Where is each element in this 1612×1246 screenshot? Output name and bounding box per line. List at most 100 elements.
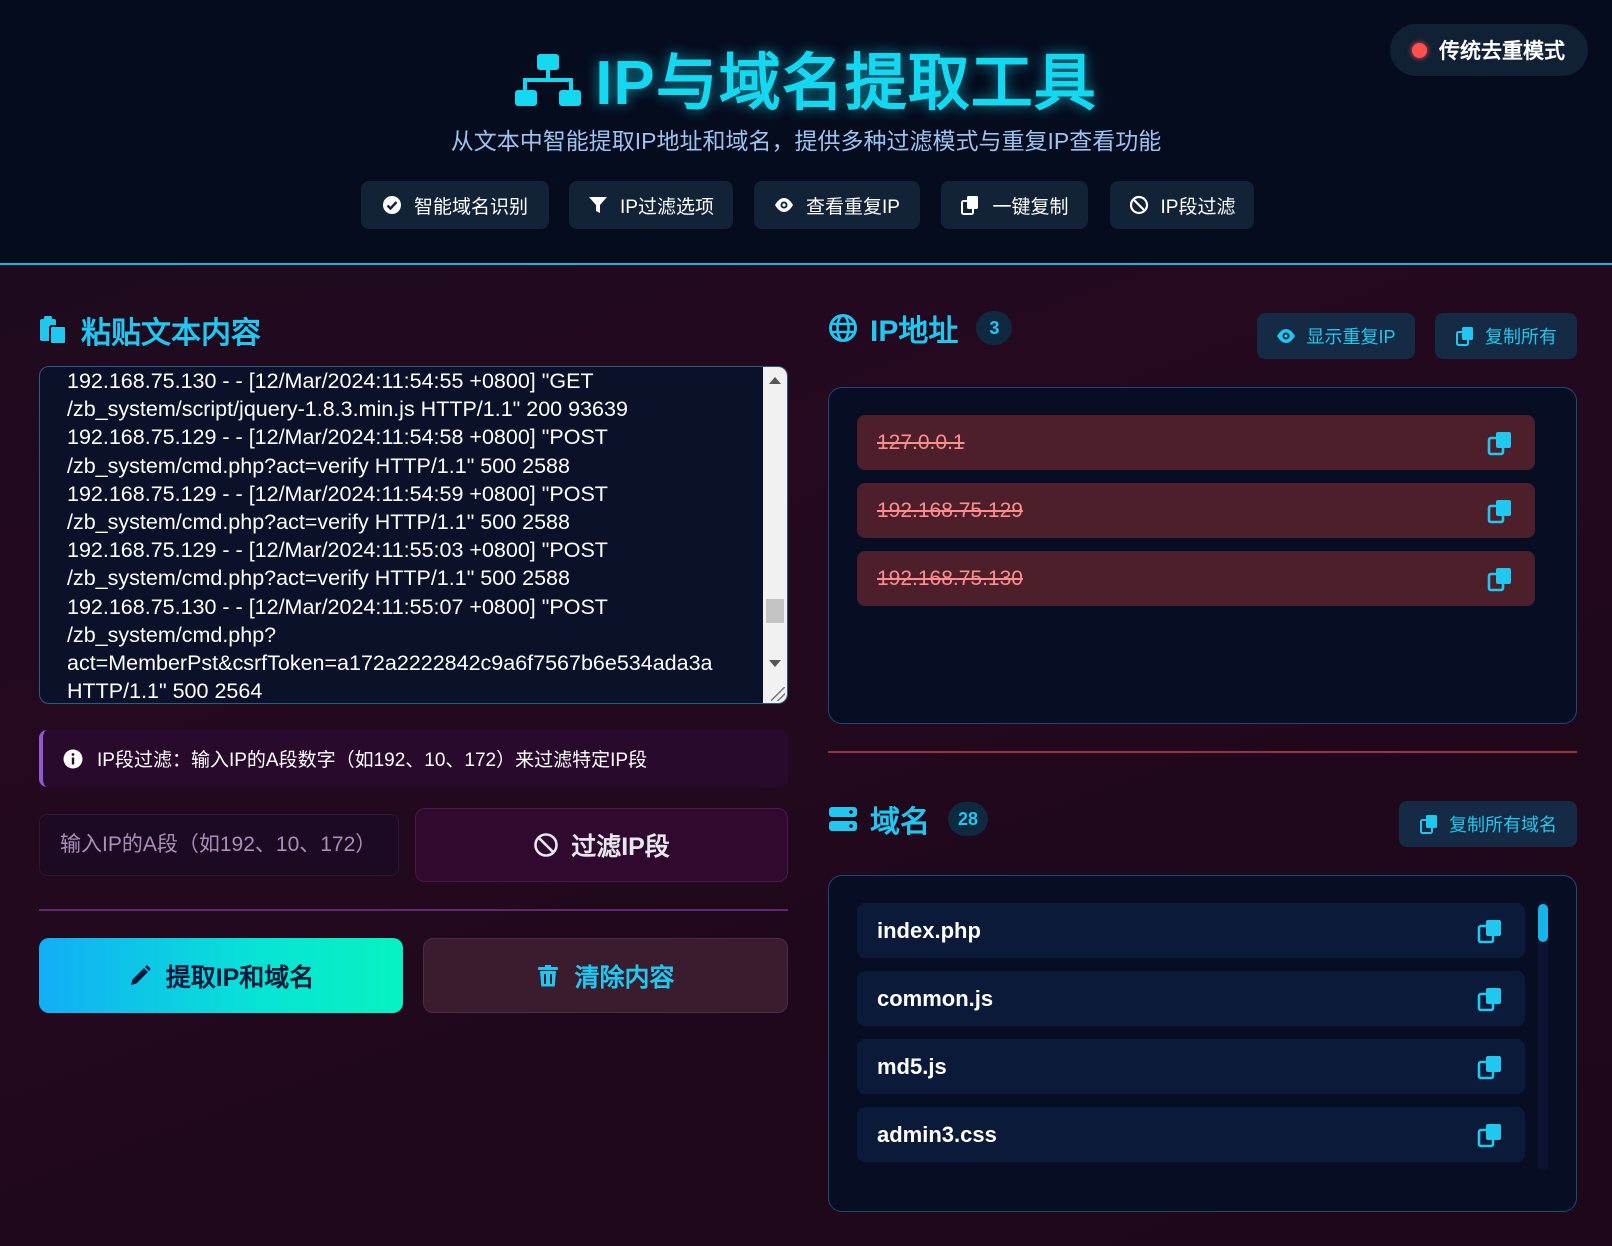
feature-view-duplicates: 查看重复IP [754,181,920,229]
feature-label: 一键复制 [992,196,1069,218]
ip-list-item: 192.168.75.130 [857,551,1535,606]
log-line: /zb_system/script/jquery-1.8.3.min.js HT… [67,397,628,422]
copy-all-domains-label: 复制所有域名 [1449,815,1557,835]
log-line: 192.168.75.130 - - [12/Mar/2024:11:54:55… [67,369,594,393]
copy-all-ip-label: 复制所有 [1485,327,1557,347]
ip-count-badge: 3 [976,311,1013,345]
clear-button[interactable]: 清除内容 [423,938,788,1013]
copy-icon[interactable] [1487,566,1513,592]
log-line: HTTP/1.1" 500 2564 [67,679,263,703]
copy-icon[interactable] [1477,1054,1503,1080]
domain-section-label: 域名 [870,806,930,839]
copy-icon[interactable] [1487,430,1513,456]
eye-icon [1277,329,1296,343]
domain-count-badge: 28 [948,802,989,836]
textarea-scrollbar[interactable] [763,367,787,703]
domain-name: md5.js [877,1053,947,1079]
copy-icon [961,196,979,215]
scroll-thumb[interactable] [766,599,784,623]
ip-segment-input[interactable] [39,814,399,876]
log-line: /zb_system/cmd.php?act=verify HTTP/1.1" … [67,453,570,478]
globe-icon [829,314,857,342]
extract-button[interactable]: 提取IP和域名 [39,938,403,1013]
dedupe-mode-toggle[interactable]: 传统去重模式 [1390,24,1588,76]
domain-list-item: admin3.css [857,1107,1525,1162]
domain-list-item: md5.js [857,1039,1525,1094]
ip-address: 192.168.75.129 [877,498,1023,522]
page-title-text: IP与域名提取工具 [595,49,1097,118]
divider [39,909,788,911]
paste-section-title: 粘贴文本内容 [39,308,261,352]
server-icon [829,807,857,831]
feature-ip-filter: IP过滤选项 [569,181,733,229]
domain-list-scrollbar[interactable] [1538,900,1548,1170]
domain-list-item: common.js [857,971,1525,1026]
domain-name: index.php [877,917,981,943]
trash-icon [538,964,559,986]
log-line: 192.168.75.129 - - [12/Mar/2024:11:54:58… [67,425,608,450]
scroll-up-icon[interactable] [769,377,781,384]
copy-icon[interactable] [1477,918,1503,944]
divider [828,751,1577,753]
paste-section-label: 粘贴文本内容 [81,317,261,350]
ip-list-item: 127.0.0.1 [857,415,1535,470]
log-line: 192.168.75.130 - - [12/Mar/2024:11:55:07… [67,594,608,619]
copy-all-ip-button[interactable]: 复制所有 [1435,313,1577,359]
log-line: 192.168.75.129 - - [12/Mar/2024:11:55:03… [67,538,608,563]
text-input-area[interactable]: 192.168.75.130 - - [12/Mar/2024:11:54:55… [39,366,788,704]
ip-address: 192.168.75.130 [877,566,1023,590]
feature-label: 查看重复IP [806,196,900,218]
domain-name: admin3.css [877,1121,997,1147]
scroll-down-icon[interactable] [769,660,781,667]
copy-icon [1456,327,1473,346]
log-line: /zb_system/cmd.php?act=verify HTTP/1.1" … [67,566,570,591]
log-line: 192.168.75.129 - - [12/Mar/2024:11:54:59… [67,481,608,506]
copy-all-domains-button[interactable]: 复制所有域名 [1399,801,1577,847]
feature-ip-segment-filter: IP段过滤 [1110,181,1254,229]
ban-icon [1129,195,1148,215]
paste-icon [40,316,67,345]
header: IP与域名提取工具 从文本中智能提取IP地址和域名，提供多种过滤模式与重复IP查… [0,0,1612,265]
ip-section-label: IP地址 [870,315,959,348]
ip-section-title: IP地址 3 [828,306,1013,350]
ban-icon [534,833,558,857]
feature-label: IP段过滤 [1160,196,1236,218]
domain-name: common.js [877,985,994,1011]
ip-list: 127.0.0.1 192.168.75.129 192.168.75.130 [828,387,1577,724]
copy-icon[interactable] [1477,1122,1503,1148]
domain-section-title: 域名 28 [828,797,989,841]
sitemap-icon [515,54,582,106]
copy-icon [1420,815,1437,834]
log-line: act=MemberPst&csrfToken=a172a2222842c9a6… [67,651,713,676]
page-title: IP与域名提取工具 [0,32,1612,122]
page-subtitle: 从文本中智能提取IP地址和域名，提供多种过滤模式与重复IP查看功能 [450,128,1162,154]
text-input-content[interactable]: 192.168.75.130 - - [12/Mar/2024:11:54:55… [67,367,757,703]
clear-button-label: 清除内容 [574,963,675,992]
show-duplicate-ip-button[interactable]: 显示重复IP [1257,313,1415,359]
ip-address: 127.0.0.1 [877,430,965,454]
feature-label: IP过滤选项 [620,196,714,218]
filter-ip-segment-button[interactable]: 过滤IP段 [415,808,788,882]
show-duplicate-label: 显示重复IP [1306,327,1396,347]
ip-segment-info: IP段过滤：输入IP的A段数字（如192、10、172）来过滤特定IP段 [39,730,788,787]
copy-icon[interactable] [1477,986,1503,1012]
copy-icon[interactable] [1487,498,1513,524]
eye-icon [775,198,794,212]
check-circle-icon [382,196,401,214]
pencil-icon [130,965,151,985]
info-text: IP段过滤：输入IP的A段数字（如192、10、172）来过滤特定IP段 [97,750,648,771]
info-icon [63,749,83,768]
feature-one-click-copy: 一键复制 [941,181,1088,229]
scroll-thumb[interactable] [1538,904,1548,942]
ip-segment-field[interactable] [60,833,398,857]
filter-icon [589,197,608,213]
status-dot-icon [1412,42,1427,58]
mode-badge-label: 传统去重模式 [1439,40,1565,63]
log-line: /zb_system/cmd.php?act=verify HTTP/1.1" … [67,510,570,535]
feature-list: 智能域名识别 IP过滤选项 查看重复IP 一键复制 IP段过滤 [0,181,1612,229]
filter-button-label: 过滤IP段 [571,833,670,861]
resize-handle-icon[interactable] [771,687,785,701]
extract-button-label: 提取IP和域名 [165,963,315,992]
feature-smart-domain: 智能域名识别 [361,181,549,229]
feature-label: 智能域名识别 [413,196,528,218]
